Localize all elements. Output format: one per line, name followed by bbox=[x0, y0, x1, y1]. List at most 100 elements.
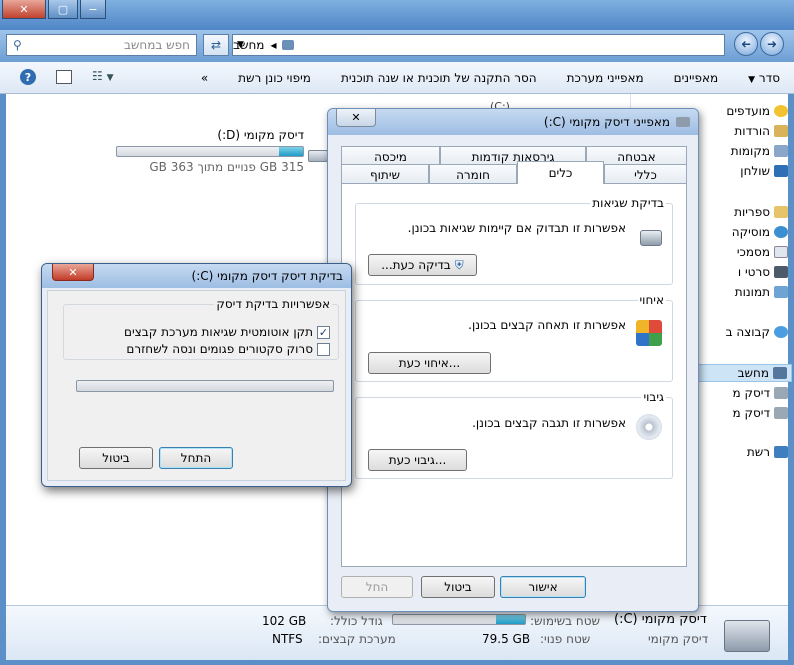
backup-desc: אפשרות זו תגבה קבצים בכונן. bbox=[472, 416, 626, 430]
homegroup-icon bbox=[774, 326, 788, 338]
downloads-icon bbox=[774, 125, 788, 137]
star-icon bbox=[774, 105, 788, 117]
defrag-now-button[interactable]: איחוי כעת... bbox=[368, 352, 491, 374]
drive-d-usage-fill bbox=[278, 147, 303, 156]
drive-c-large-icon bbox=[724, 620, 770, 652]
cancel-button[interactable]: ביטול bbox=[421, 576, 495, 598]
nav-disk-d[interactable]: דיסק מ bbox=[733, 406, 788, 420]
drive-check-icon bbox=[640, 230, 662, 246]
check-cancel-button[interactable]: ביטול bbox=[79, 447, 153, 469]
close-icon: ✕ bbox=[19, 2, 29, 16]
back-button[interactable]: ➜ bbox=[760, 32, 784, 56]
window-maximize-button[interactable]: ▢ bbox=[48, 0, 78, 19]
views-icon[interactable]: ☷ ▼ bbox=[92, 69, 114, 83]
nav-documents[interactable]: מסמכי bbox=[737, 245, 788, 259]
ok-button[interactable]: אישור bbox=[500, 576, 586, 598]
drive-d-usage-bar bbox=[116, 146, 304, 157]
scan-sectors-checkbox[interactable] bbox=[317, 342, 330, 356]
arrow-left-icon: ➜ bbox=[740, 37, 752, 51]
check-disk-title: בדיקת דיסק דיסק מקומי (C:) bbox=[191, 269, 343, 283]
help-icon[interactable]: ? bbox=[20, 69, 36, 85]
pictures-icon bbox=[774, 286, 788, 298]
properties-title: מאפייני דיסק מקומי (C:) bbox=[543, 115, 670, 129]
properties-button[interactable]: מאפיינים bbox=[674, 71, 718, 85]
defrag-icon bbox=[636, 320, 662, 346]
search-icon: ⚲ bbox=[13, 38, 22, 52]
start-button[interactable]: התחל bbox=[159, 447, 233, 469]
defrag-title: איחוי bbox=[637, 293, 666, 307]
properties-close-button[interactable]: ✕ bbox=[336, 109, 376, 127]
error-checking-title: בדיקת שגיאות bbox=[590, 196, 666, 210]
nav-recent[interactable]: מקומות bbox=[731, 144, 788, 158]
drive-d-tile[interactable]: דיסק מקומי (D:) 315 GB פנויים מתוך 363 G… bbox=[116, 128, 304, 174]
address-bar[interactable]: ◂ מחשב ▼ bbox=[232, 34, 725, 56]
computer-icon bbox=[773, 367, 787, 379]
nav-libraries[interactable]: ספריות bbox=[734, 205, 788, 219]
fix-errors-label: תקן אוטומטית שגיאות מערכת קבצים bbox=[124, 325, 313, 339]
computer-icon bbox=[282, 40, 295, 50]
minimize-icon: − bbox=[88, 2, 98, 16]
check-now-button[interactable]: בדיקה כעת... ⛨ bbox=[368, 254, 477, 276]
nav-desktop[interactable]: שולחן bbox=[740, 164, 788, 178]
check-options-title: אפשרויות בדיקת דיסק bbox=[214, 297, 332, 311]
documents-icon bbox=[774, 246, 788, 258]
tab-quota[interactable]: מיכסה bbox=[341, 146, 440, 166]
nav-pictures[interactable]: תמונות bbox=[735, 285, 788, 299]
arrow-right-icon: ➜ bbox=[766, 37, 778, 51]
refresh-icon: ⇄ bbox=[210, 38, 222, 52]
properties-titlebar: מאפייני דיסק מקומי (C:) bbox=[328, 109, 698, 135]
more-button[interactable]: » bbox=[201, 71, 208, 85]
details-usage-fill bbox=[495, 615, 525, 624]
check-disk-close-button[interactable]: ✕ bbox=[52, 264, 94, 281]
details-drive-type: דיסק מקומי bbox=[648, 632, 709, 646]
details-used-label: שטח בשימוש: bbox=[530, 614, 601, 628]
details-fs-label: מערכת קבצים: bbox=[318, 632, 396, 646]
maximize-icon: ▢ bbox=[57, 2, 69, 16]
details-total-value: 102 GB bbox=[262, 614, 307, 628]
window-minimize-button[interactable]: − bbox=[80, 0, 106, 19]
drive-icon bbox=[774, 387, 788, 399]
system-properties-button[interactable]: מאפייני מערכת bbox=[567, 71, 644, 85]
preview-pane-icon[interactable] bbox=[56, 70, 72, 84]
details-free-value: 79.5 GB bbox=[482, 632, 531, 646]
drive-icon bbox=[308, 150, 328, 162]
details-free-label: שטח פנוי: bbox=[540, 632, 591, 646]
nav-homegroup[interactable]: קבוצה ב bbox=[726, 325, 788, 339]
tab-hardware[interactable]: חומרה bbox=[429, 164, 517, 184]
organize-button[interactable]: סדר ▼ bbox=[748, 71, 780, 85]
chevron-left-icon: ◂ bbox=[270, 38, 277, 52]
uninstall-button[interactable]: הסר התקנה של תוכנית או שנה תוכנית bbox=[341, 71, 537, 85]
tab-tools[interactable]: כלים bbox=[517, 161, 604, 184]
chevron-down-icon[interactable]: ▼ bbox=[237, 40, 244, 50]
drive-d-free: 315 GB פנויים מתוך 363 GB bbox=[149, 160, 304, 174]
nav-videos[interactable]: סרטי ו bbox=[738, 265, 788, 279]
recent-places-icon bbox=[774, 145, 788, 157]
drive-icon bbox=[774, 407, 788, 419]
fix-errors-checkbox[interactable]: ✓ bbox=[317, 325, 330, 339]
close-icon: ✕ bbox=[351, 111, 361, 124]
apply-button[interactable]: החל bbox=[341, 576, 413, 598]
nav-downloads[interactable]: הורדות bbox=[734, 124, 788, 138]
option-scan-sectors[interactable]: סרוק סקטורים פגומים ונסה לשחזרם bbox=[92, 342, 330, 356]
map-drive-button[interactable]: מיפוי כונן רשת bbox=[238, 71, 311, 85]
videos-icon bbox=[774, 266, 788, 278]
nav-music[interactable]: מוסיקה bbox=[732, 225, 788, 239]
tab-general[interactable]: כללי bbox=[604, 164, 687, 184]
forward-button[interactable]: ➜ bbox=[734, 32, 758, 56]
nav-favorites[interactable]: מועדפים bbox=[726, 104, 788, 118]
nav-disk-c[interactable]: דיסק מ bbox=[733, 386, 788, 400]
music-icon bbox=[774, 226, 788, 238]
refresh-button[interactable]: ⇄ bbox=[203, 34, 229, 56]
search-placeholder: חפש במחשב bbox=[123, 38, 190, 52]
window-close-button[interactable]: ✕ bbox=[2, 0, 46, 19]
nav-network[interactable]: רשת bbox=[747, 445, 788, 459]
search-input[interactable]: ⚲ חפש במחשב bbox=[6, 34, 197, 56]
details-drive-name: דיסק מקומי (C:) bbox=[614, 612, 707, 627]
option-fix-errors[interactable]: ✓ תקן אוטומטית שגיאות מערכת קבצים bbox=[92, 325, 330, 339]
desktop-icon bbox=[774, 165, 788, 177]
details-total-label: גודל כולל: bbox=[330, 614, 383, 628]
backup-now-button[interactable]: גיבוי כעת... bbox=[368, 449, 467, 471]
network-icon bbox=[774, 446, 788, 458]
tab-sharing[interactable]: שיתוף bbox=[341, 164, 429, 184]
details-usage-bar bbox=[392, 614, 526, 625]
